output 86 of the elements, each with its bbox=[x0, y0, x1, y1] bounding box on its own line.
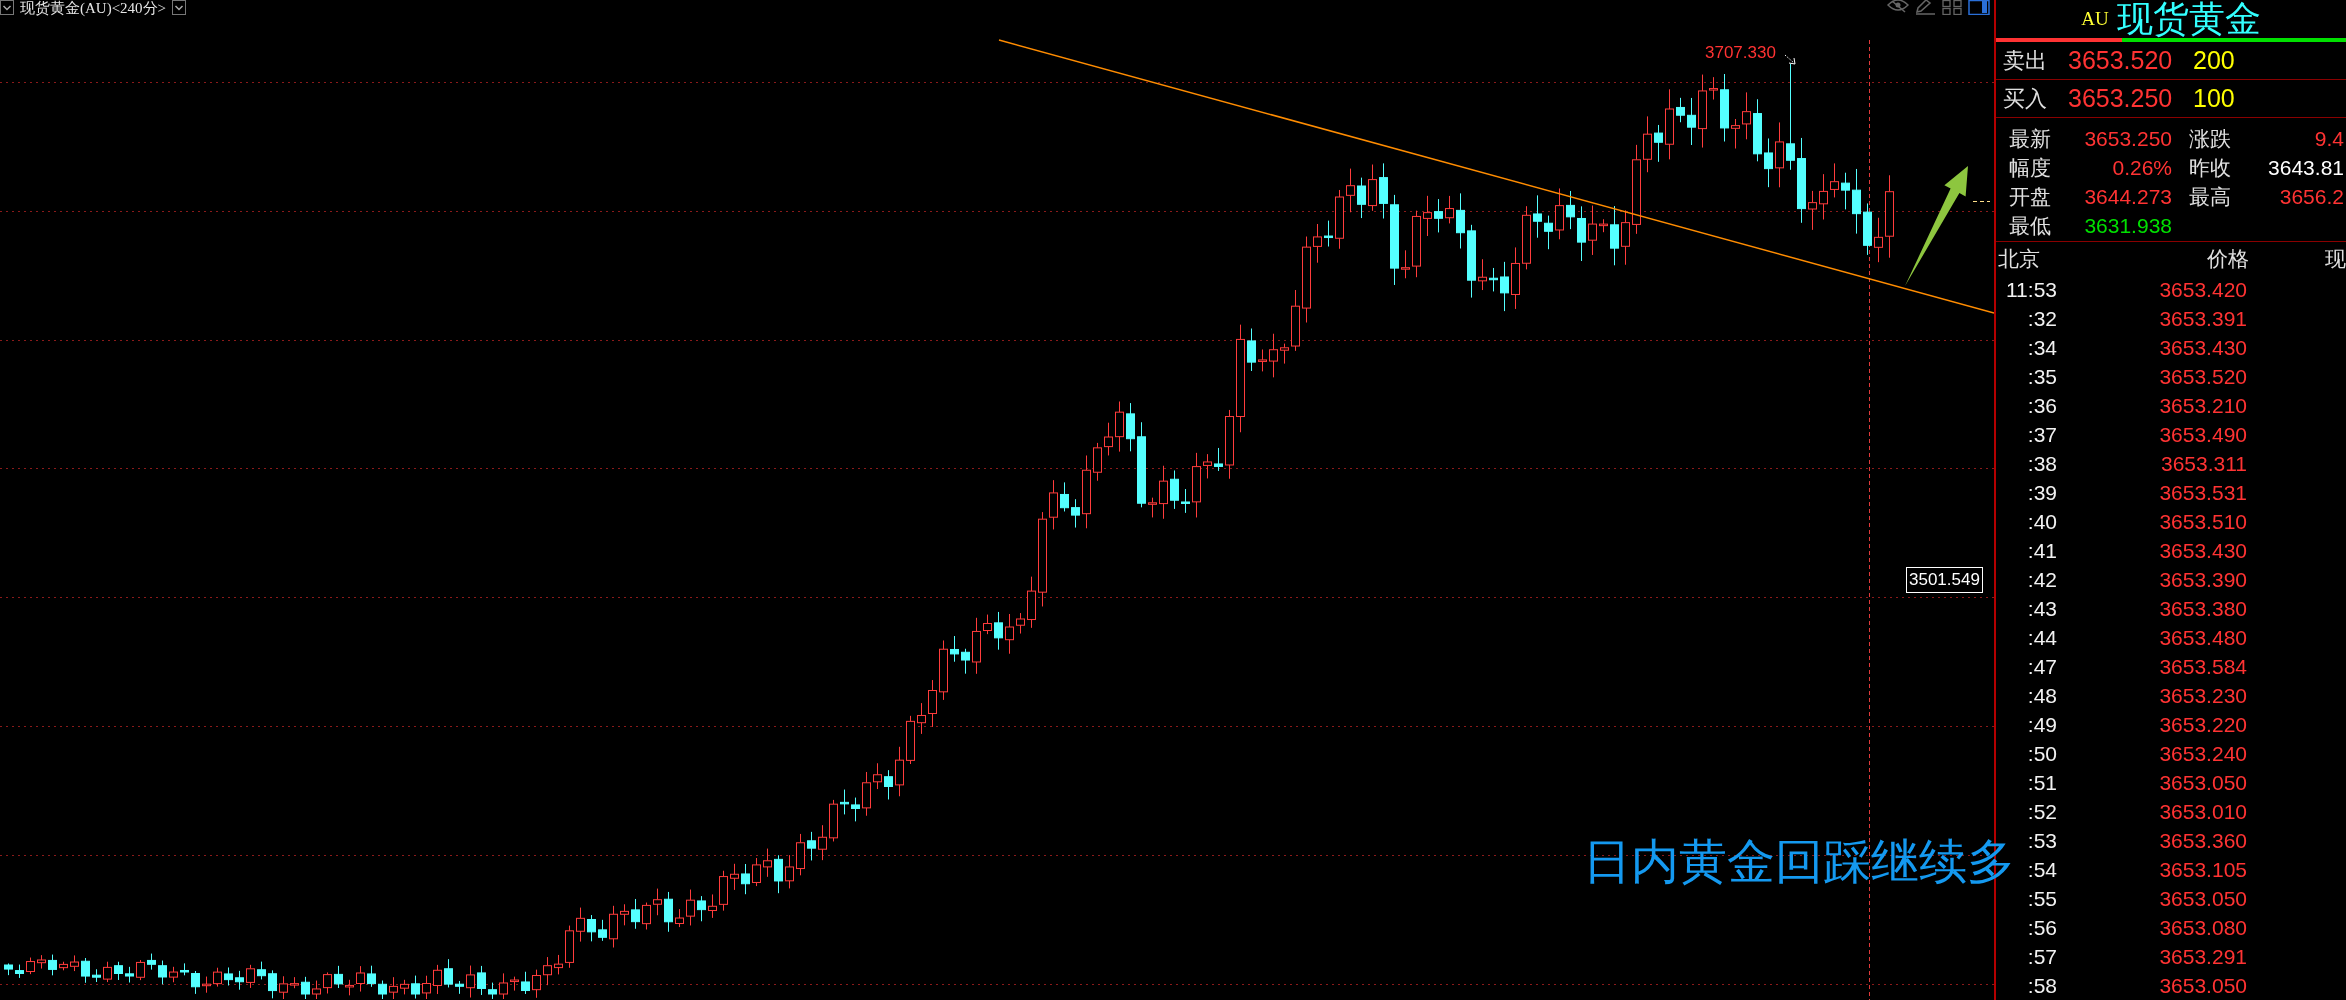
price-label: 3501.549 bbox=[1906, 567, 1983, 593]
tick-time: :56 bbox=[2026, 915, 2057, 940]
tick-time: :35 bbox=[2026, 364, 2057, 389]
order-volume: 200 bbox=[2193, 46, 2236, 75]
stat-label: 最高 bbox=[2188, 183, 2232, 210]
tick-price: 3653.050 bbox=[2158, 770, 2247, 795]
column-header: 现 bbox=[2324, 245, 2346, 272]
stat-label: 最低 bbox=[2009, 212, 2052, 239]
stat-label: 昨收 bbox=[2188, 154, 2232, 181]
tick-time: :49 bbox=[2026, 712, 2057, 737]
tick-price: 3653.420 bbox=[2158, 277, 2247, 302]
tick-price: 3653.584 bbox=[2158, 654, 2247, 679]
tick-price: 3653.080 bbox=[2158, 915, 2247, 940]
price-marker-line bbox=[1972, 201, 1991, 202]
tick-time: :34 bbox=[2026, 335, 2057, 360]
tick-price: 3653.220 bbox=[2158, 712, 2247, 737]
column-header: 北京 bbox=[1998, 245, 2041, 272]
tick-time: :40 bbox=[2026, 509, 2057, 534]
tick-price: 3653.050 bbox=[2158, 886, 2247, 911]
tick-time: :32 bbox=[2026, 306, 2057, 331]
tick-price: 3653.520 bbox=[2158, 364, 2247, 389]
tick-price: 3653.311 bbox=[2159, 451, 2247, 476]
high-price-label: 3707.330 bbox=[1705, 43, 1776, 62]
symbol-code: AU bbox=[2081, 8, 2109, 30]
tick-price: 3653.210 bbox=[2158, 393, 2247, 418]
grid-icon[interactable] bbox=[1942, 0, 1962, 15]
tick-time: :37 bbox=[2026, 422, 2057, 447]
tick-price: 3653.531 bbox=[2158, 480, 2247, 505]
order-price: 3653.520 bbox=[2068, 46, 2174, 75]
tick-price: 3653.360 bbox=[2158, 828, 2247, 853]
stat-value: 3644.273 bbox=[2083, 184, 2172, 209]
tick-price: 3653.430 bbox=[2158, 335, 2247, 360]
order-price: 3653.250 bbox=[2068, 84, 2174, 113]
tick-price: 3653.105 bbox=[2158, 857, 2247, 882]
tick-price: 3653.050 bbox=[2158, 973, 2247, 998]
tick-price: 3653.430 bbox=[2158, 538, 2247, 563]
stat-value: 3643.81 bbox=[2267, 155, 2344, 180]
tick-time: :54 bbox=[2026, 857, 2057, 882]
stat-value: 0.26% bbox=[2111, 155, 2172, 180]
tick-time: :50 bbox=[2026, 741, 2057, 766]
tick-time: :36 bbox=[2026, 393, 2057, 418]
tick-time: :52 bbox=[2026, 799, 2057, 824]
order-volume: 100 bbox=[2193, 84, 2236, 113]
order-label: 买入 bbox=[2003, 84, 2048, 113]
tick-time: :55 bbox=[2026, 886, 2057, 911]
order-label: 卖出 bbox=[2003, 46, 2048, 75]
tick-price: 3653.490 bbox=[2158, 422, 2247, 447]
tick-price: 3653.010 bbox=[2158, 799, 2247, 824]
eye-icon[interactable] bbox=[1887, 0, 1909, 13]
pencil-icon[interactable] bbox=[1915, 0, 1936, 15]
tick-time: :53 bbox=[2026, 828, 2057, 853]
tick-time: :57 bbox=[2026, 944, 2057, 969]
tick-price: 3653.510 bbox=[2158, 509, 2247, 534]
stat-value: 3656.2 bbox=[2278, 184, 2344, 209]
tick-price: 3653.230 bbox=[2158, 683, 2247, 708]
tick-time: :42 bbox=[2026, 567, 2057, 592]
panel-icon[interactable] bbox=[1968, 0, 1990, 15]
tick-time: 11:53 bbox=[2005, 277, 2057, 302]
tick-price: 3653.240 bbox=[2158, 741, 2247, 766]
tick-time: :51 bbox=[2026, 770, 2057, 795]
chart-title: 现货黄金(AU)<240分> bbox=[20, 0, 167, 17]
symbol-name: 现货黄金 bbox=[2116, 0, 2261, 38]
stat-label: 开盘 bbox=[2009, 183, 2052, 210]
tick-time: :47 bbox=[2026, 654, 2057, 679]
tick-time: :39 bbox=[2026, 480, 2057, 505]
dropdown-icon[interactable] bbox=[0, 0, 14, 15]
tick-price: 3653.390 bbox=[2158, 567, 2247, 592]
stat-value: 3631.938 bbox=[2083, 213, 2172, 238]
stat-value: 9.4 bbox=[2313, 126, 2344, 151]
stat-label: 涨跌 bbox=[2188, 125, 2232, 152]
stat-label: 最新 bbox=[2009, 125, 2052, 152]
stat-label: 幅度 bbox=[2009, 154, 2052, 181]
tick-price: 3653.291 bbox=[2158, 944, 2247, 969]
tick-time: :43 bbox=[2026, 596, 2057, 621]
tick-price: 3653.391 bbox=[2158, 306, 2247, 331]
dropdown-icon[interactable] bbox=[172, 0, 187, 15]
stat-value: 3653.250 bbox=[2083, 126, 2172, 151]
tick-time: :38 bbox=[2026, 451, 2057, 476]
tick-price: 3653.480 bbox=[2158, 625, 2247, 650]
column-header: 价格 bbox=[2206, 245, 2249, 272]
tick-price: 3653.380 bbox=[2158, 596, 2247, 621]
pointer-arrow-icon bbox=[1784, 54, 1796, 65]
tick-time: :58 bbox=[2026, 973, 2057, 998]
tick-time: :41 bbox=[2026, 538, 2057, 563]
tick-time: :48 bbox=[2026, 683, 2057, 708]
tick-time: :44 bbox=[2026, 625, 2057, 650]
